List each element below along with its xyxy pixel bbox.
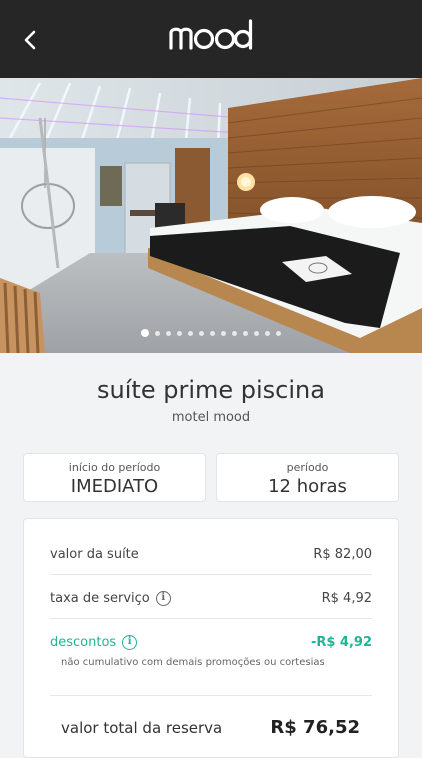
divider: [50, 695, 372, 696]
carousel-dot[interactable]: [221, 330, 226, 336]
price-summary-card: valor da suíte R$ 82,00 taxa de serviço …: [23, 518, 399, 758]
info-icon[interactable]: i: [122, 634, 138, 650]
suite-price-row: valor da suíte R$ 82,00: [50, 532, 372, 576]
suite-price-value: R$ 82,00: [313, 546, 372, 562]
divider: [50, 574, 372, 575]
carousel-dot[interactable]: [177, 330, 182, 336]
mood-logo: mood: [0, 18, 422, 52]
info-icon[interactable]: i: [155, 590, 171, 606]
mood-logo-mark: [169, 19, 253, 50]
duration-card[interactable]: período 12 horas: [216, 453, 399, 502]
carousel-indicators[interactable]: [0, 329, 422, 337]
suite-photo-carousel[interactable]: [0, 78, 422, 353]
discount-value: -R$ 4,92: [310, 634, 372, 650]
duration-label: período: [286, 461, 329, 474]
carousel-dot[interactable]: [210, 330, 215, 336]
total-row: valor total da reserva R$ 76,52: [61, 717, 360, 738]
service-fee-value: R$ 4,92: [321, 590, 372, 606]
carousel-dot[interactable]: [243, 330, 248, 336]
carousel-dot[interactable]: [254, 330, 259, 336]
start-period-card[interactable]: início do período IMEDIATO: [23, 453, 206, 502]
start-period-value: IMEDIATO: [70, 476, 159, 497]
total-value: R$ 76,52: [270, 717, 360, 738]
service-fee-row: taxa de serviço i R$ 4,92: [50, 576, 372, 620]
carousel-dot[interactable]: [265, 330, 270, 336]
carousel-dot[interactable]: [276, 330, 281, 336]
motel-name: motel mood: [171, 410, 251, 425]
service-fee-label: taxa de serviço: [50, 590, 150, 606]
discount-note: não cumulativo com demais promoções ou c…: [61, 657, 325, 668]
suite-photo: [0, 78, 422, 353]
carousel-dot[interactable]: [199, 330, 204, 336]
discount-label: descontos: [50, 634, 117, 650]
carousel-dot[interactable]: [232, 330, 237, 336]
start-period-label: início do período: [68, 461, 161, 474]
carousel-dot[interactable]: [155, 330, 160, 336]
total-label: valor total da reserva: [61, 718, 223, 737]
suite-price-label: valor da suíte: [50, 546, 139, 562]
duration-value: 12 horas: [268, 476, 347, 497]
app-header: mood: [0, 0, 422, 78]
divider: [50, 618, 372, 619]
carousel-dot[interactable]: [166, 330, 171, 336]
suite-title: suíte prime piscina: [97, 376, 325, 404]
carousel-dot[interactable]: [141, 329, 149, 337]
carousel-dot[interactable]: [188, 330, 193, 336]
